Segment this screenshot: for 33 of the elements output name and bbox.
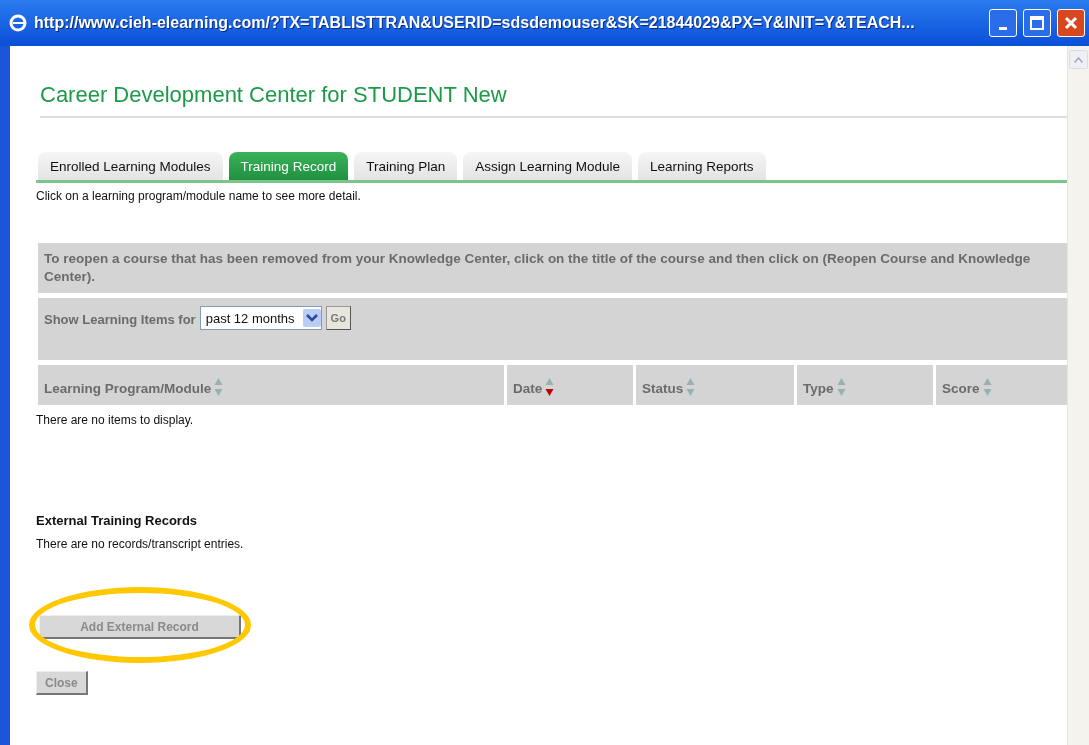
- section-title: External Training Records: [36, 513, 199, 528]
- column-header[interactable]: Date: [507, 365, 633, 405]
- minimize-button[interactable]: [989, 9, 1017, 37]
- scroll-up-button[interactable]: [1069, 50, 1088, 69]
- dropdown-icon[interactable]: [302, 309, 321, 327]
- empty-message: There are no items to display.: [36, 413, 195, 427]
- tab[interactable]: Training Record: [228, 152, 349, 180]
- tab[interactable]: Enrolled Learning Modules: [38, 152, 223, 180]
- close-window-button[interactable]: [1057, 9, 1085, 37]
- column-header[interactable]: Learning Program/Module: [38, 365, 504, 405]
- filter-label: Show Learning Items for: [44, 312, 196, 327]
- empty-message: There are no records/transcript entries.: [36, 537, 245, 551]
- chevron-up-icon: [1074, 56, 1083, 63]
- close-icon: [1064, 16, 1078, 30]
- window-title: http://www.cieh-elearning.com/?TX=TABLISTTRAN&USERID=sdsdemouser&SK=21844029&PX=Y&INIT=Y&TEACH...: [34, 14, 916, 32]
- maximize-button[interactable]: [1023, 9, 1051, 37]
- notice-text: To reopen a course that has been removed from your Knowledge Center, click on the title of the course and then click on (Reopen Course and Knowledge Center).: [38, 243, 1067, 293]
- tab[interactable]: Training Plan: [354, 152, 458, 180]
- minimize-icon: [999, 26, 1007, 30]
- add-external-record-button[interactable]: Add External Record: [39, 615, 241, 639]
- column-header[interactable]: Type: [797, 365, 933, 405]
- browser-icon: [8, 13, 28, 33]
- maximize-icon: [1030, 16, 1044, 30]
- column-header[interactable]: Score: [936, 365, 1067, 405]
- close-button[interactable]: Close: [36, 671, 88, 695]
- hint-text: Click on a learning program/module name to see more detail.: [36, 189, 362, 203]
- tab[interactable]: Learning Reports: [638, 152, 766, 180]
- scrollbar[interactable]: [1067, 46, 1089, 745]
- column-header[interactable]: Status: [636, 365, 794, 405]
- page-heading: Career Development Center for STUDENT New: [40, 82, 1067, 118]
- go-button[interactable]: Go: [325, 306, 351, 330]
- tab[interactable]: Assign Learning Module: [463, 152, 633, 180]
- period-select[interactable]: past 12 months: [199, 306, 322, 330]
